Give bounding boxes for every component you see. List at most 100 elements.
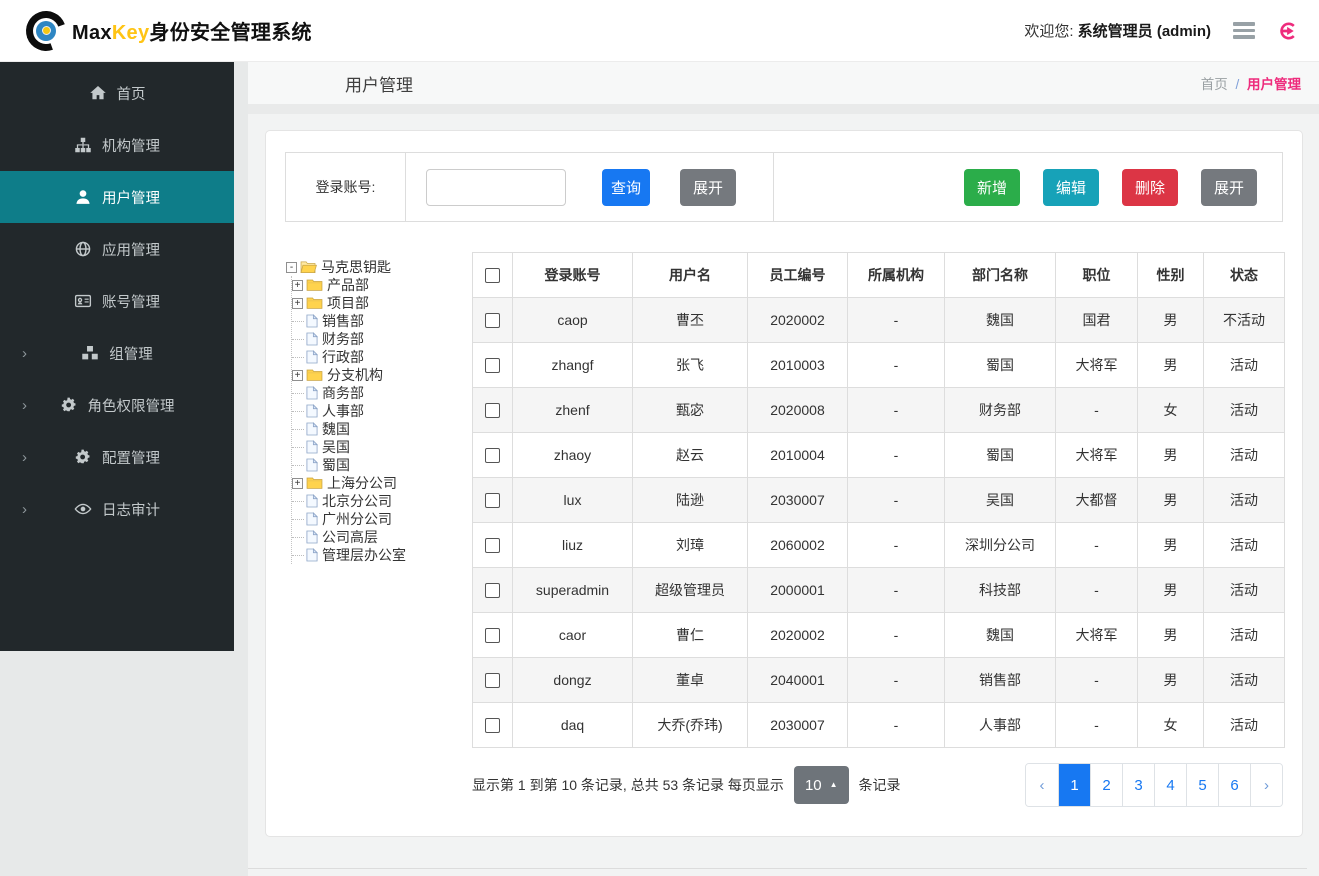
sidebar-item-log[interactable]: › 日志审计 [0, 483, 234, 535]
toolbar-divider [773, 153, 775, 221]
pager-page-1[interactable]: 1 [1058, 764, 1090, 806]
pager-page-5[interactable]: 5 [1186, 764, 1218, 806]
app-root: MaxKey身份安全管理系统 欢迎您: 系统管理员 (admin) 首页 机构管理… [0, 0, 1319, 876]
pager-page-6[interactable]: 6 [1218, 764, 1250, 806]
breadcrumb-home-link[interactable]: 首页 [1201, 77, 1228, 92]
table-cell: daq [512, 702, 633, 748]
row-checkbox[interactable] [485, 448, 500, 464]
hamburger-menu-icon[interactable] [1231, 20, 1257, 41]
row-checkbox[interactable] [485, 313, 500, 329]
tree-node[interactable]: 人事部 [292, 402, 472, 420]
expand-search-button[interactable]: 展开 [680, 168, 737, 206]
pager-page-2[interactable]: 2 [1090, 764, 1122, 806]
tree-connector [292, 356, 304, 358]
pager: ‹ 1 2 3 4 5 6 › [1025, 763, 1283, 807]
tree-node[interactable]: 魏国 [292, 420, 472, 438]
sidebar-item-org[interactable]: 机构管理 [0, 119, 234, 171]
query-button[interactable]: 查询 [602, 168, 651, 206]
tree-node[interactable]: 北京分公司 [292, 492, 472, 510]
table-cell: - [1055, 387, 1138, 433]
tree-node[interactable]: 行政部 [292, 348, 472, 366]
body-row: 首页 机构管理 用户管理 应用管理 账号管理 › 组管理 › 角色权限管理 › 配置管理 › 日志审计 … [0, 62, 1319, 876]
tree-node[interactable]: 吴国 [292, 438, 472, 456]
row-checkbox[interactable] [485, 673, 500, 689]
sidebar-item-home[interactable]: 首页 [0, 67, 234, 119]
tree-node[interactable]: - 马克思钥匙 [286, 258, 472, 276]
login-account-input[interactable] [426, 168, 566, 206]
gears-icon [74, 448, 92, 466]
sidebar-item-user[interactable]: 用户管理 [0, 171, 234, 223]
sidebar-item-role[interactable]: › 角色权限管理 [0, 379, 234, 431]
row-checkbox[interactable] [485, 358, 500, 374]
tree-expander-plus-icon[interactable]: + [292, 477, 303, 489]
select-all-checkbox[interactable] [485, 268, 500, 284]
table-cell: 女 [1137, 702, 1204, 748]
tree-node[interactable]: 商务部 [292, 384, 472, 402]
tree-node[interactable]: + 项目部 [292, 294, 472, 312]
main-area: 用户管理 首页 / 用户管理 登录账号: 查询 展开 新增 编辑 删除 展开 -… [248, 62, 1319, 876]
edit-button[interactable]: 编辑 [1042, 168, 1099, 206]
sidebar-item-account[interactable]: 账号管理 [0, 275, 234, 327]
row-checkbox[interactable] [485, 583, 500, 599]
sidebar-item-label: 日志审计 [102, 502, 160, 519]
row-checkbox[interactable] [485, 538, 500, 554]
tree-expander-plus-icon[interactable]: + [292, 279, 303, 291]
table-cell: superadmin [512, 567, 633, 613]
table-row: zhaoy 赵云 2010004- 蜀国 大将军男活动 [472, 432, 1285, 478]
tree-node-label: 北京分公司 [322, 493, 392, 509]
sidebar-item-label: 应用管理 [102, 242, 160, 259]
tree-node[interactable]: + 分支机构 [292, 366, 472, 384]
tree-node[interactable]: 管理层办公室 [292, 546, 472, 564]
table-cell: 刘璋 [632, 522, 748, 568]
logout-icon[interactable] [1277, 20, 1299, 42]
pager-prev[interactable]: ‹ [1026, 764, 1058, 806]
table-cell: 深圳分公司 [944, 522, 1056, 568]
table-cell: 国君 [1055, 297, 1138, 343]
sidebar-item-app[interactable]: 应用管理 [0, 223, 234, 275]
tree-node[interactable]: 财务部 [292, 330, 472, 348]
tree-node[interactable]: + 产品部 [292, 276, 472, 294]
row-checkbox[interactable] [485, 493, 500, 509]
tree-node-label: 销售部 [322, 313, 364, 329]
table-header-row: 登录账号 用户名 员工编号 所属机构 部门名称 职位 性别 状态 [472, 252, 1285, 298]
table-row: dongz 董卓 2040001- 销售部 - 男活动 [472, 657, 1285, 703]
add-button[interactable]: 新增 [963, 168, 1020, 206]
file-icon [306, 494, 318, 508]
file-icon [306, 512, 318, 526]
column-header: 所属机构 [847, 252, 945, 298]
row-checkbox[interactable] [485, 403, 500, 419]
tree-expander-plus-icon[interactable]: + [292, 297, 303, 309]
tree-expander-minus-icon[interactable]: - [286, 261, 297, 273]
row-select-cell [472, 612, 513, 658]
tree-node[interactable]: 蜀国 [292, 456, 472, 474]
tree-node[interactable]: 销售部 [292, 312, 472, 330]
tree-node[interactable]: + 上海分公司 [292, 474, 472, 492]
table-cell: 曹仁 [632, 612, 748, 658]
welcome-prefix: 欢迎您: [1024, 23, 1074, 40]
table-cell: 2010004 [747, 432, 848, 478]
table-cell: 财务部 [944, 387, 1056, 433]
pager-page-3[interactable]: 3 [1122, 764, 1154, 806]
expand-button[interactable]: 展开 [1200, 168, 1257, 206]
table-cell: 甄宓 [632, 387, 748, 433]
folder-icon [306, 278, 323, 292]
tree-node[interactable]: 广州分公司 [292, 510, 472, 528]
brand-max: Max [72, 22, 112, 44]
row-checkbox[interactable] [485, 718, 500, 734]
table-cell: 超级管理员 [632, 567, 748, 613]
file-icon [306, 386, 318, 400]
page-size-dropdown[interactable]: 10 ▲ [793, 766, 849, 804]
delete-button[interactable]: 删除 [1121, 168, 1178, 206]
row-checkbox[interactable] [485, 628, 500, 644]
tree-node[interactable]: 公司高层 [292, 528, 472, 546]
pager-next[interactable]: › [1250, 764, 1282, 806]
file-icon [306, 350, 318, 364]
table-cell: 魏国 [944, 612, 1056, 658]
file-icon [306, 332, 318, 346]
pager-page-4[interactable]: 4 [1154, 764, 1186, 806]
sidebar-item-group[interactable]: › 组管理 [0, 327, 234, 379]
login-account-label: 登录账号: [286, 153, 406, 221]
tree-expander-plus-icon[interactable]: + [292, 369, 303, 381]
folder-icon [306, 296, 323, 310]
sidebar-item-config[interactable]: › 配置管理 [0, 431, 234, 483]
